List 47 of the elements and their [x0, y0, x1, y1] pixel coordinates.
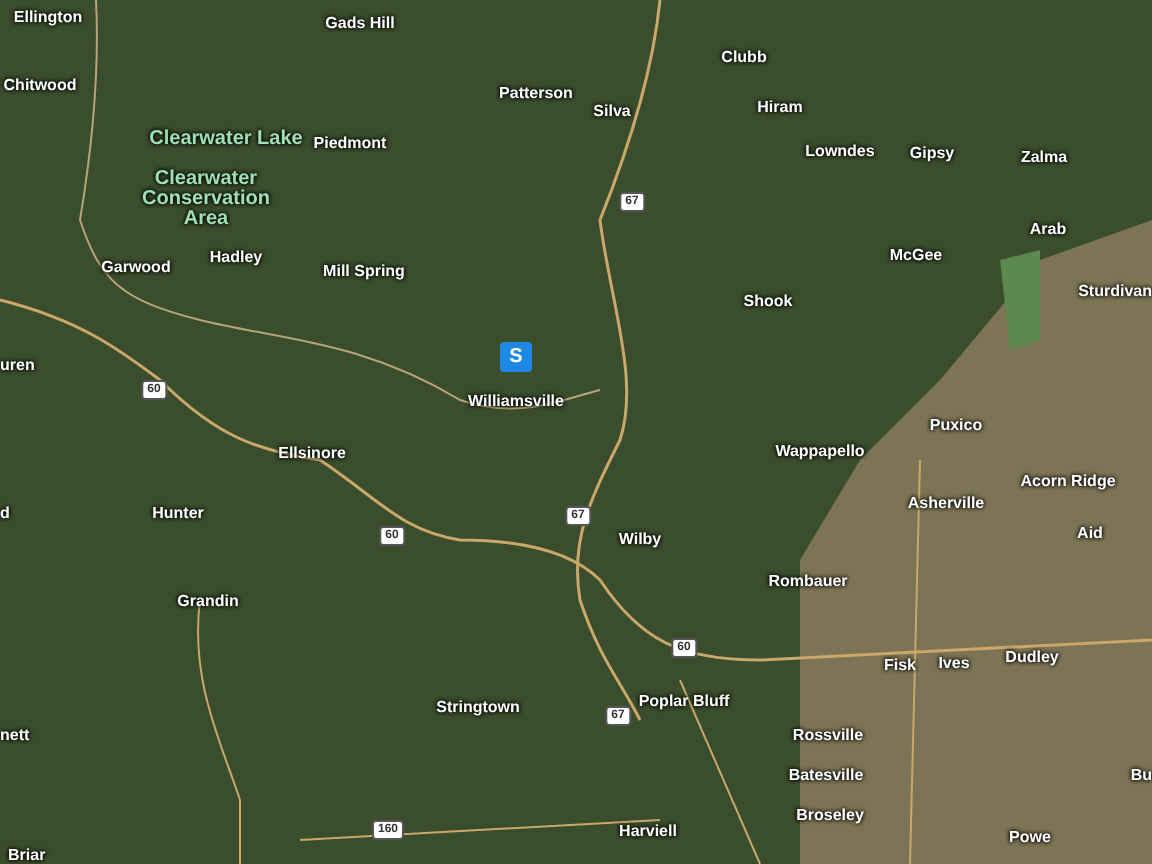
place-label: Broseley [796, 808, 864, 824]
place-label: Clubb [721, 50, 767, 66]
place-label: Wappapello [775, 444, 865, 460]
place-label: Hadley [209, 250, 263, 266]
place-label: Dudley [1005, 650, 1059, 666]
place-label: Ellsinore [278, 446, 346, 462]
place-label: Ellington [13, 10, 83, 26]
place-label: uren [0, 358, 35, 374]
place-label: Aid [1077, 526, 1103, 542]
place-label: Grandin [177, 594, 239, 610]
place-label: Fisk [884, 658, 916, 674]
place-label: Harviell [619, 824, 677, 840]
place-label: Lowndes [805, 144, 875, 160]
place-label: Hiram [757, 100, 803, 116]
place-label: Sturdivan [1078, 284, 1152, 300]
place-label: Puxico [929, 418, 983, 434]
map-marker[interactable]: S [500, 342, 532, 372]
place-label: Stringtown [436, 700, 520, 716]
place-label: Asherville [907, 496, 985, 512]
place-label: Mill Spring [323, 264, 405, 280]
place-label: Zalma [1020, 150, 1068, 166]
place-label: d [0, 506, 10, 522]
place-label: Ives [938, 656, 970, 672]
place-label: Briar [8, 848, 46, 864]
place-label: Rombauer [768, 574, 848, 590]
place-label: Silva [593, 104, 631, 120]
place-label: Chitwood [3, 78, 77, 94]
place-label: Batesville [788, 768, 864, 784]
place-label: Powe [1009, 830, 1051, 846]
place-label: Garwood [101, 260, 171, 276]
place-label: Shook [743, 294, 793, 310]
place-label: Gads Hill [325, 16, 395, 32]
place-label: Piedmont [313, 136, 387, 152]
place-label: nett [0, 728, 30, 744]
place-label: Arab [1029, 222, 1067, 238]
place-label: Hunter [152, 506, 204, 522]
place-label: Patterson [499, 86, 573, 102]
place-label: Wilby [618, 532, 662, 548]
park-label: Clearwater Conservation Area [140, 170, 272, 230]
place-label: Rossville [792, 728, 864, 744]
place-label: Poplar Bluff [638, 694, 730, 710]
place-label: Bu [1130, 768, 1152, 784]
place-label: Gipsy [909, 146, 955, 162]
park-label: Clearwater Lake [147, 130, 305, 150]
place-label: Acorn Ridge [1020, 474, 1116, 490]
place-label: McGee [889, 248, 943, 264]
place-label: Williamsville [468, 394, 564, 410]
